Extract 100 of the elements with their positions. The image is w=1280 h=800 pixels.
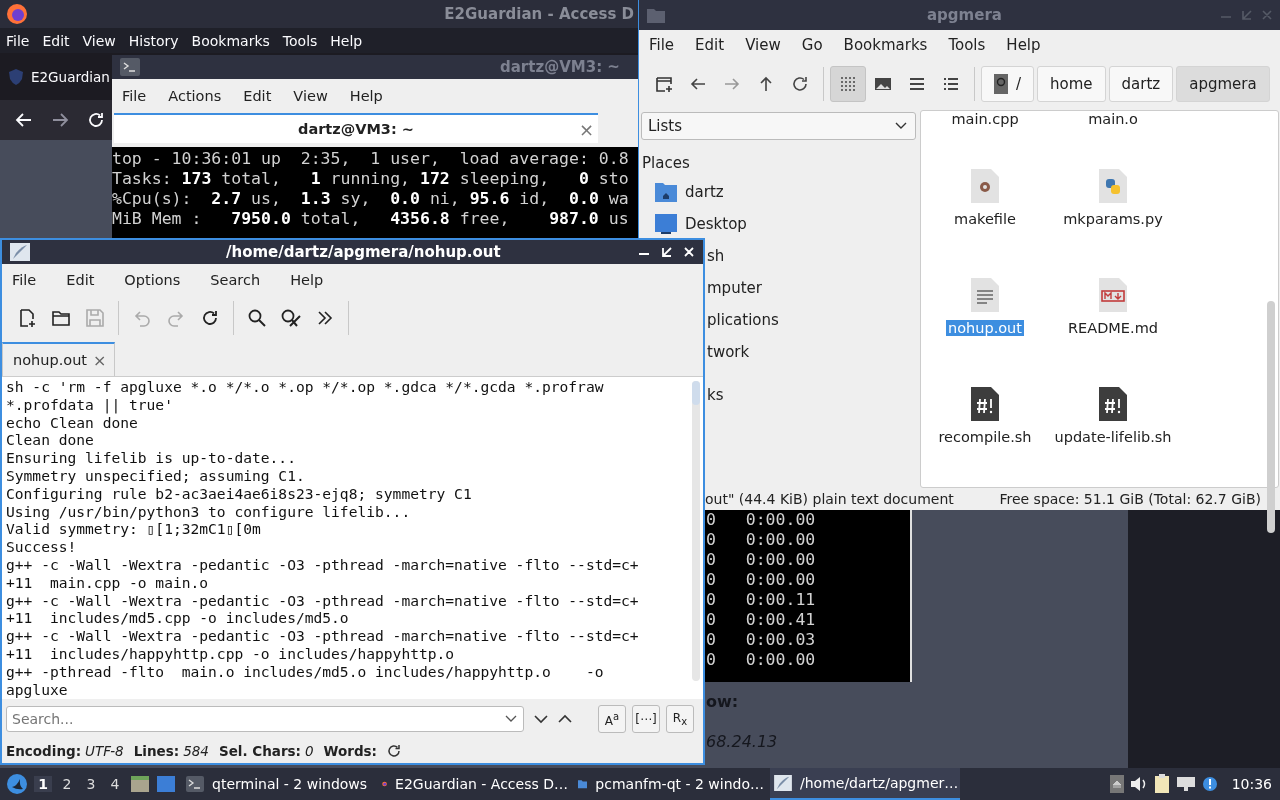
file-cabinet-icon[interactable] bbox=[130, 775, 150, 793]
text-line: Configuring rule b2-ac3aei4ae6i8s23-ejq8; symmetry C1 bbox=[6, 484, 473, 503]
menu-item[interactable]: Options bbox=[124, 272, 181, 288]
menu-item[interactable]: Bookmarks bbox=[191, 32, 270, 49]
search-option-button[interactable]: [⋯] bbox=[632, 705, 660, 733]
menu-item[interactable]: View bbox=[82, 32, 116, 49]
terminal-line: 0 0:00.11 bbox=[706, 590, 816, 610]
terminal-line: 0 0:00.00 bbox=[706, 570, 816, 590]
menu-item[interactable]: View bbox=[745, 36, 781, 54]
feather-icon bbox=[10, 243, 30, 261]
path-button[interactable]: apgmera bbox=[1176, 66, 1270, 102]
desktop-switch-button[interactable]: 1 bbox=[34, 776, 52, 792]
menu-item[interactable]: Help bbox=[349, 88, 383, 104]
desktop-switch-button[interactable]: 3 bbox=[82, 776, 100, 792]
notification-icon[interactable] bbox=[1201, 776, 1218, 792]
menu-item[interactable]: View bbox=[293, 88, 328, 104]
find-previous-icon[interactable] bbox=[558, 714, 572, 724]
menu-item[interactable]: Go bbox=[801, 36, 823, 54]
reload-icon[interactable] bbox=[790, 74, 810, 94]
close-tab-button[interactable]: × bbox=[93, 350, 107, 370]
side-pane-dropdown[interactable]: Lists bbox=[641, 112, 916, 140]
document-tab[interactable]: nohup.out × bbox=[2, 342, 116, 376]
search-field[interactable]: Search... bbox=[6, 706, 524, 732]
menu-item[interactable]: Actions bbox=[168, 88, 222, 104]
terminal-line: Tasks: 173 total, 1 running, 172 sleeping, 0 sto bbox=[112, 169, 629, 189]
folder-icon bbox=[647, 7, 665, 23]
reload-icon[interactable] bbox=[87, 111, 105, 129]
path-button[interactable]: / bbox=[981, 66, 1035, 102]
menu-item[interactable]: File bbox=[12, 272, 37, 288]
clipboard-icon[interactable] bbox=[1153, 774, 1170, 794]
feather-icon bbox=[774, 775, 792, 791]
new-tab-icon[interactable] bbox=[654, 74, 674, 94]
search-option-button[interactable]: R$_{x}$ bbox=[666, 705, 694, 733]
desktop-icon[interactable] bbox=[156, 775, 176, 793]
menu-item[interactable]: Edit bbox=[42, 32, 70, 49]
volume-icon[interactable] bbox=[1129, 776, 1148, 792]
menu-item[interactable]: Help bbox=[330, 32, 363, 49]
forward-icon[interactable] bbox=[51, 111, 69, 129]
start-menu-icon[interactable] bbox=[6, 773, 28, 795]
text-line: *.profdata || true' bbox=[6, 395, 174, 414]
menu-item[interactable]: Tools bbox=[282, 32, 318, 49]
menu-item[interactable]: File bbox=[649, 36, 675, 54]
menu-item[interactable]: Edit bbox=[243, 88, 272, 104]
text-line: g++ -c -Wall -Wextra -pedantic -O3 -pthread -march=native -flto --std=c+ bbox=[6, 555, 640, 574]
directory-entry[interactable]: recompile.sh bbox=[936, 429, 1034, 445]
browser-tab[interactable]: E2Guardian bbox=[8, 67, 110, 86]
directory-entry[interactable]: main.o bbox=[1086, 111, 1140, 127]
place-item[interactable]: dartz bbox=[685, 183, 724, 201]
refresh-icon[interactable] bbox=[387, 744, 402, 758]
find-next-icon[interactable] bbox=[534, 714, 548, 724]
menu-item[interactable]: Help bbox=[1006, 36, 1041, 54]
desktop-switch-button[interactable]: 2 bbox=[58, 776, 76, 792]
place-item[interactable]: mputer bbox=[707, 279, 762, 297]
network-icon[interactable] bbox=[1175, 776, 1196, 792]
text-line: apgluxe bbox=[6, 680, 69, 699]
directory-entry[interactable]: main.cpp bbox=[949, 111, 1021, 127]
place-item[interactable]: Desktop bbox=[685, 215, 747, 233]
menu-item[interactable]: Help bbox=[290, 272, 324, 288]
terminal-line: 0 0:00.03 bbox=[706, 630, 816, 650]
directory-entry[interactable]: makefile bbox=[952, 211, 1018, 227]
menu-item[interactable]: Tools bbox=[948, 36, 986, 54]
close-tab-button[interactable]: × bbox=[578, 118, 594, 140]
folder-icon bbox=[51, 308, 71, 328]
page-text: ow: bbox=[706, 691, 740, 713]
menu-item[interactable]: Edit bbox=[695, 36, 725, 54]
bulleted-list-icon bbox=[942, 75, 960, 93]
taskbar-button[interactable]: /home/dartz/apgmer… bbox=[770, 768, 960, 800]
taskbar-button[interactable]: E2Guardian - Access D… bbox=[378, 768, 568, 800]
place-item[interactable]: plications bbox=[707, 311, 779, 329]
window-title: E2Guardian - Access D bbox=[444, 5, 634, 23]
home-folder-icon bbox=[655, 182, 677, 202]
grid-icon bbox=[839, 75, 857, 93]
search-cross-icon bbox=[280, 308, 302, 328]
directory-entry[interactable]: mkparams.py bbox=[1061, 211, 1165, 227]
menu-item[interactable]: File bbox=[6, 32, 30, 49]
directory-entry[interactable]: update-lifelib.sh bbox=[1052, 429, 1174, 445]
place-item[interactable]: twork bbox=[707, 343, 750, 361]
path-button[interactable]: dartz bbox=[1108, 66, 1174, 102]
taskbar-button[interactable]: pcmanfm-qt - 2 windo… bbox=[574, 768, 764, 800]
path-button[interactable]: home bbox=[1037, 66, 1106, 102]
eject-icon[interactable] bbox=[1109, 775, 1124, 793]
menu-item[interactable]: Bookmarks bbox=[843, 36, 928, 54]
terminal-tab[interactable]: dartz@VM3: ~ × bbox=[114, 113, 598, 143]
directory-entry[interactable]: README.md bbox=[1066, 320, 1160, 336]
menu-item[interactable]: Edit bbox=[66, 272, 95, 288]
desktop-switch-button[interactable]: 4 bbox=[106, 776, 124, 792]
text-line: g++ -c -Wall -Wextra -pedantic -O3 -pthread -march=native -flto --std=c+ bbox=[6, 627, 640, 645]
taskbar-button[interactable]: qterminal - 2 windows bbox=[182, 768, 372, 800]
view-mode-button[interactable] bbox=[830, 66, 866, 102]
clock[interactable]: 10:36 bbox=[1231, 776, 1272, 792]
menu-item[interactable]: File bbox=[122, 88, 147, 104]
menu-item[interactable]: History bbox=[128, 32, 179, 49]
status-text: Sel. Chars: 0 bbox=[218, 743, 314, 759]
place-item[interactable]: sh bbox=[707, 247, 725, 265]
search-option-button[interactable]: A$^{a}$ bbox=[598, 705, 626, 733]
firefox-icon[interactable] bbox=[6, 3, 28, 25]
menu-item[interactable]: Search bbox=[210, 272, 261, 288]
status-text: Words: bbox=[323, 743, 378, 759]
status-text: Lines: 584 bbox=[133, 743, 209, 759]
back-icon[interactable] bbox=[15, 111, 33, 129]
